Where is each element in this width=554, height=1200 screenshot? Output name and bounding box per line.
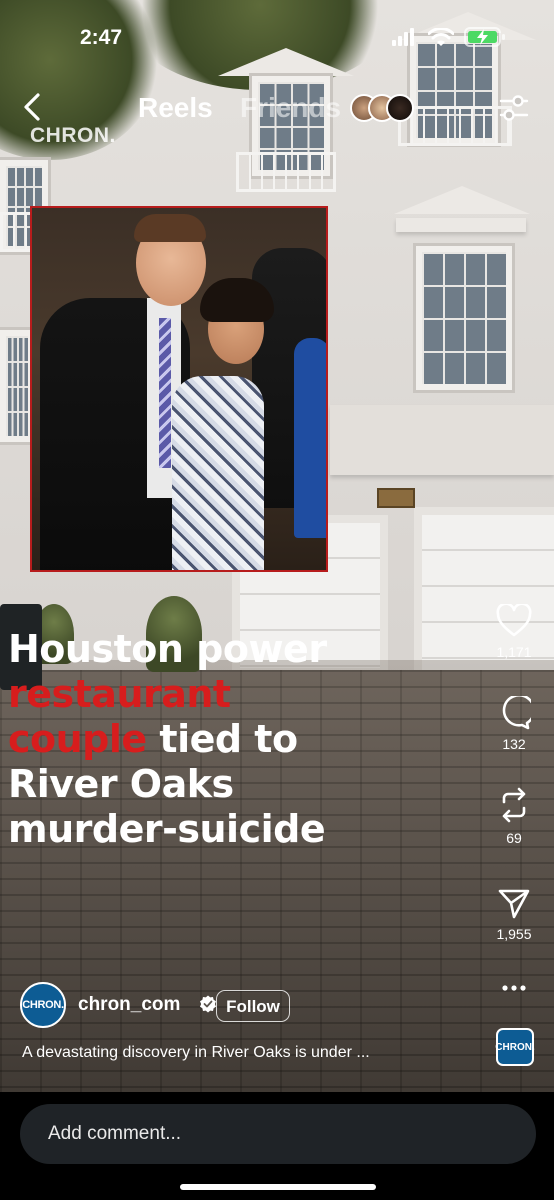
like-button[interactable]: 1,171 xyxy=(490,604,538,660)
headline-line-highlight: restaurant xyxy=(8,672,231,716)
man-tie xyxy=(159,318,171,468)
comment-bar: Add comment... xyxy=(0,1092,554,1200)
reel-caption[interactable]: A devastating discovery in River Oaks is… xyxy=(22,1044,442,1062)
video-watermark: CHRON. xyxy=(30,124,116,147)
follow-button[interactable]: Follow xyxy=(216,990,290,1022)
repost-icon xyxy=(502,787,526,823)
headline-highlight: couple xyxy=(8,717,147,761)
chevron-left-icon[interactable] xyxy=(18,90,46,124)
sliders-icon[interactable] xyxy=(498,92,530,124)
wifi-icon xyxy=(428,28,454,46)
address-plaque xyxy=(377,488,415,508)
headline-line: River Oaks xyxy=(8,762,234,806)
friend-avatars[interactable] xyxy=(350,94,416,122)
tab-reels[interactable]: Reels xyxy=(138,92,213,124)
share-button[interactable]: 1,955 xyxy=(490,886,538,942)
balcony-railing xyxy=(236,152,336,192)
woman-hair xyxy=(200,278,274,322)
background-guest-dress xyxy=(294,338,326,538)
building-window xyxy=(0,330,34,442)
add-comment-input[interactable]: Add comment... xyxy=(20,1104,536,1164)
comment-button[interactable]: 132 xyxy=(490,696,538,752)
battery-charging-icon xyxy=(464,27,505,47)
window-pediment xyxy=(394,186,530,214)
cellular-signal-icon xyxy=(392,28,414,46)
avatar[interactable]: CHRON. xyxy=(20,982,66,1028)
headline-text: tied to xyxy=(146,717,298,761)
remix-count: 69 xyxy=(506,830,522,846)
comment-count: 132 xyxy=(502,736,526,752)
inset-couple-photo xyxy=(30,206,328,572)
verified-badge-icon xyxy=(200,995,216,1013)
friend-avatar xyxy=(386,94,414,122)
building-window xyxy=(416,246,512,390)
paper-plane-icon xyxy=(498,889,530,919)
headline-line: Houston power xyxy=(8,627,327,671)
video-headline: Houston power restaurant couple tied to … xyxy=(8,627,408,852)
status-time: 2:47 xyxy=(80,26,123,49)
headline-line: murder-suicide xyxy=(8,807,326,851)
share-count: 1,955 xyxy=(496,926,532,942)
reels-screen: 2:47 Reels Friends CHRON. Houston power … xyxy=(0,0,554,1200)
balcony-wall xyxy=(330,405,554,475)
home-indicator[interactable] xyxy=(180,1184,376,1190)
status-bar: 2:47 xyxy=(0,0,554,74)
author-row: CHRON. chron_com Follow xyxy=(20,982,480,1028)
remix-button[interactable]: 69 xyxy=(490,786,538,846)
tab-friends[interactable]: Friends xyxy=(240,92,341,124)
comment-bubble-icon xyxy=(502,696,531,730)
like-count: 1,171 xyxy=(496,644,532,660)
more-horizontal-icon xyxy=(502,985,526,991)
woman-dress xyxy=(172,376,264,570)
heart-icon xyxy=(496,604,532,637)
audio-track-tile[interactable]: CHRON. xyxy=(495,1028,535,1066)
more-options-button[interactable] xyxy=(490,976,538,1000)
author-username[interactable]: chron_com xyxy=(78,994,180,1016)
man-hair xyxy=(134,214,206,242)
window-ledge xyxy=(396,218,526,232)
headline-line: couple tied to xyxy=(8,717,408,762)
